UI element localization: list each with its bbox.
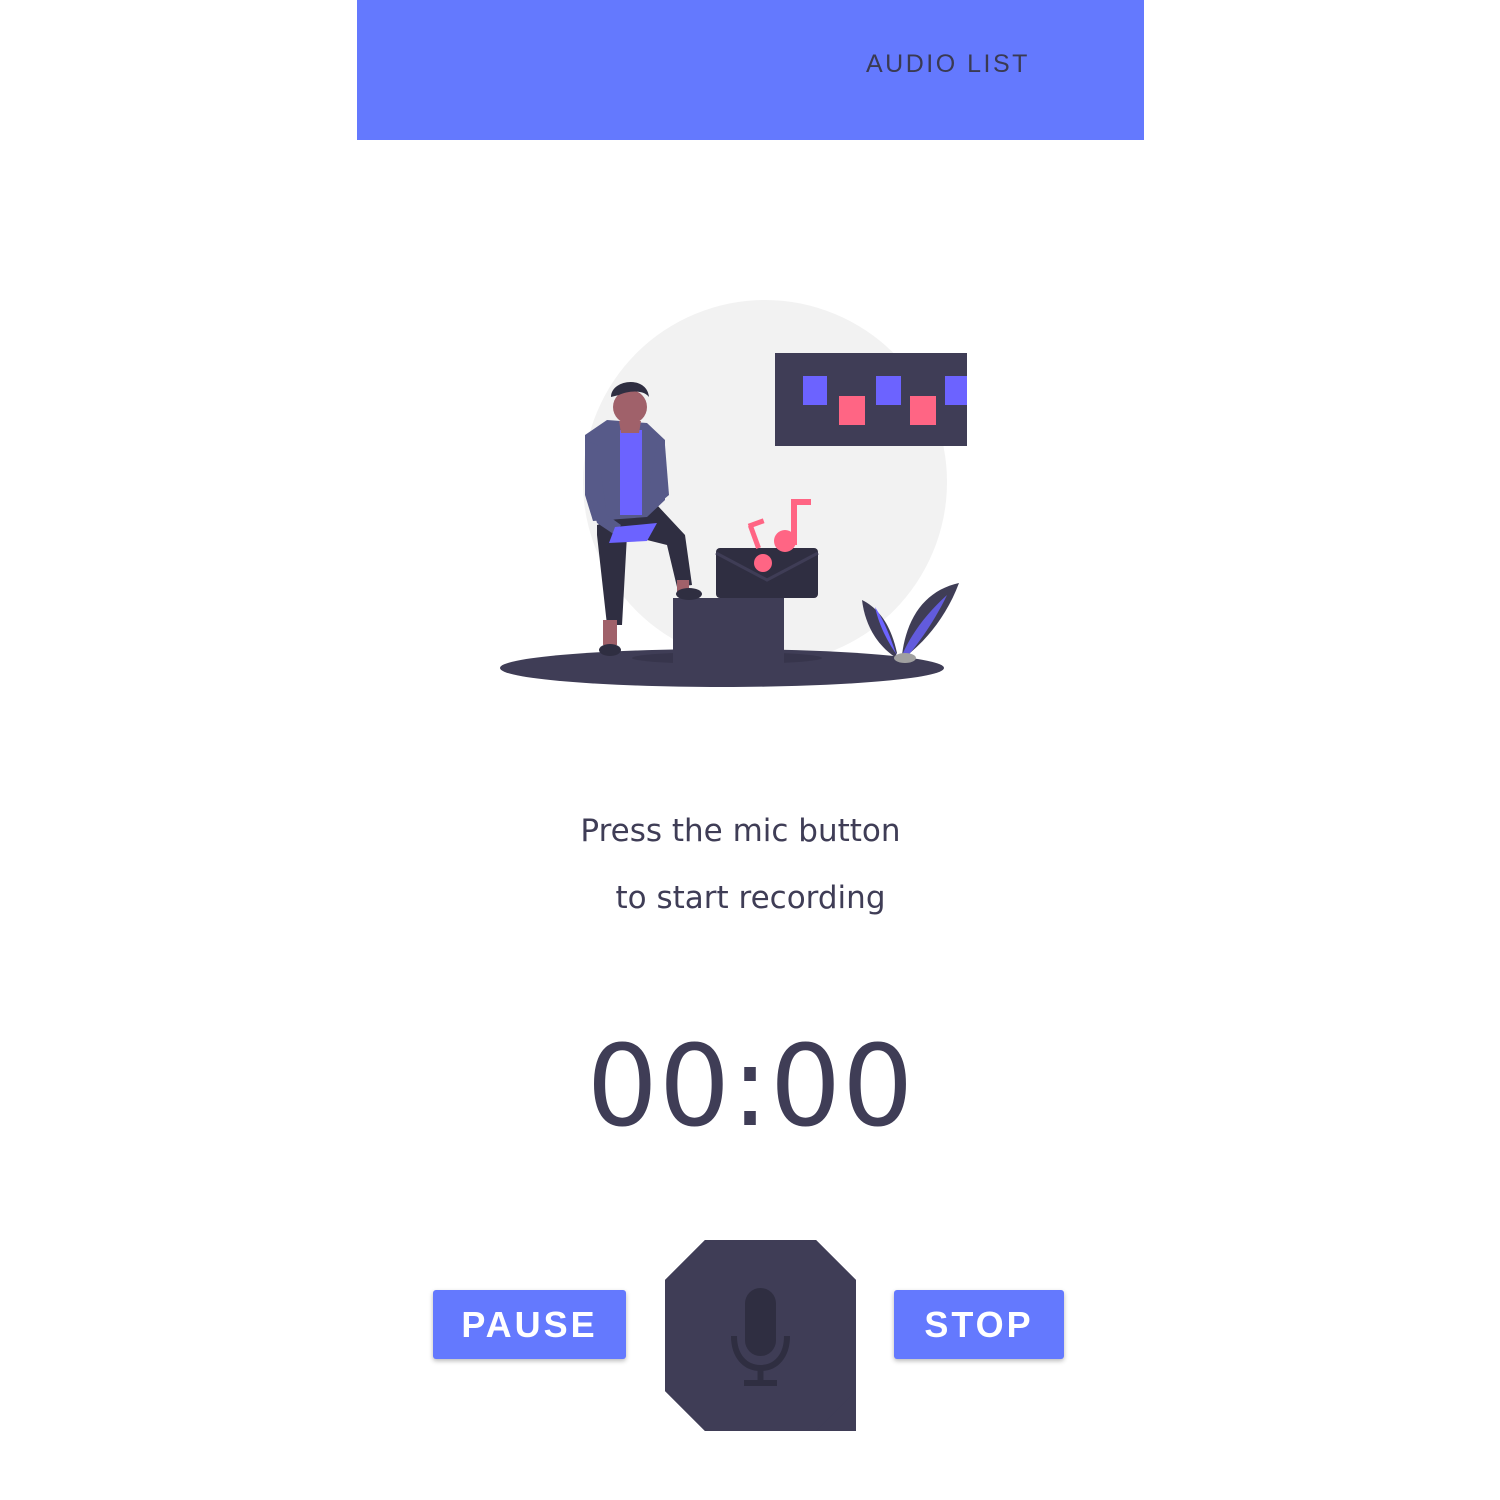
- prompt-line-1: Press the mic button: [580, 813, 901, 849]
- app-bar: AUDIO LIST: [357, 0, 1144, 140]
- mic-button[interactable]: [665, 1240, 856, 1431]
- illustration-pedestal: [673, 598, 784, 665]
- recording-timer: 00:00: [586, 1022, 915, 1152]
- pause-button[interactable]: PAUSE: [433, 1290, 626, 1359]
- stop-button[interactable]: STOP: [894, 1290, 1064, 1359]
- recording-illustration: [497, 295, 999, 695]
- audio-list-button[interactable]: AUDIO LIST: [866, 50, 1030, 79]
- recorder-screen: AUDIO LIST Press the mic button to start…: [357, 0, 1144, 1500]
- prompt-line-2: to start recording: [615, 880, 886, 916]
